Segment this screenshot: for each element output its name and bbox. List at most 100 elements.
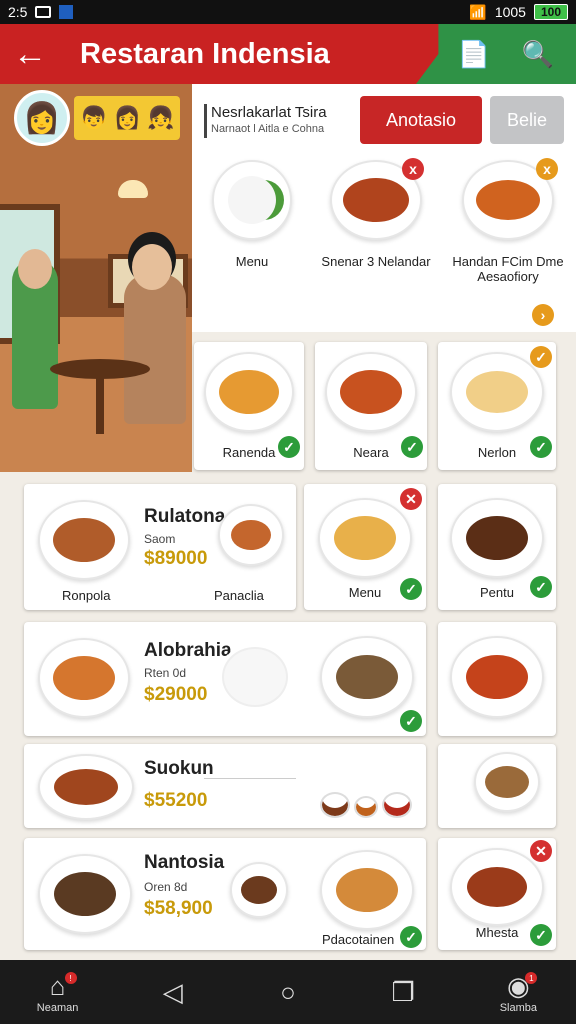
primary-button[interactable]: Anotasio	[360, 96, 482, 144]
featured-card[interactable]: Alobrahia Rten 0d $29000 ✓	[24, 622, 426, 736]
dish-image	[450, 848, 544, 926]
clock: 2:5	[8, 4, 28, 20]
dish-sub: Oren 8d	[144, 880, 188, 894]
signal-label: 1005	[494, 4, 526, 20]
check-icon: ✓	[530, 924, 552, 946]
category-label: Handan FCim Dme Aesaofiory	[452, 254, 564, 284]
dish-title: Nantosia	[144, 852, 225, 873]
nav-right-label: Slamba	[499, 1001, 537, 1014]
recents-icon: ❐	[391, 976, 415, 1007]
search-label[interactable]: Nesrlakarlat Tsira Narnaot l Aitla e Coh…	[204, 104, 352, 138]
status-bar: 2:5 📶 1005 100	[0, 0, 576, 24]
dish-card[interactable]	[438, 622, 556, 736]
page-title: Restaran Indensia	[80, 37, 330, 70]
dish-title: Rulatona	[144, 506, 226, 527]
check-icon: ✓	[400, 926, 422, 948]
category-menu[interactable]: Menu	[192, 160, 312, 269]
secondary-button[interactable]: Belie	[490, 96, 564, 144]
dish-price: $29000	[144, 684, 208, 705]
woman-right	[124, 274, 186, 424]
table-leg	[96, 374, 104, 434]
nav-home-button[interactable]: ○	[243, 962, 333, 1022]
divider	[204, 778, 296, 779]
search-title: Nesrlakarlat Tsira	[211, 104, 327, 121]
close-icon[interactable]: x	[536, 158, 558, 180]
side-bowl	[230, 862, 288, 918]
screen-icon	[35, 6, 52, 18]
dish-card[interactable]: Mhesta ✕ ✓	[438, 838, 556, 950]
circle-icon: ○	[280, 976, 296, 1007]
category-snenar[interactable]: Snenar 3 Nelandar x	[316, 158, 436, 269]
side-bowl	[218, 504, 284, 566]
dish-card[interactable]: Nerlon ✓ ✓	[438, 342, 556, 470]
top-panel: Nesrlakarlat Tsira Narnaot l Aitla e Coh…	[192, 84, 576, 332]
dish-card[interactable]	[438, 744, 556, 828]
close-icon[interactable]: ✕	[400, 488, 422, 510]
featured-card[interactable]: Rulatona Saom $89000 Ronpola Panaclia	[24, 484, 296, 610]
rice-plate	[220, 642, 290, 712]
woman-right-head	[132, 244, 172, 290]
avatar[interactable]: 👩	[14, 90, 70, 146]
document-icon[interactable]: 📄	[454, 34, 494, 74]
home-icon: ⌂	[49, 970, 66, 1001]
featured-card[interactable]: Nantosia Oren 8d $58,900 Pdacotainen ✓	[24, 838, 426, 950]
check-icon: ✓	[530, 346, 552, 368]
dish-sub: Rten 0d	[144, 666, 187, 680]
dish-image	[38, 500, 130, 580]
category-handan[interactable]: Handan FCim Dme Aesaofiory x	[448, 158, 568, 284]
dish-title: Alobrahia	[144, 640, 232, 661]
dish-card[interactable]: Neara ✓	[315, 342, 427, 470]
dish-image	[450, 636, 544, 718]
nav-right[interactable]: ◉ Slamba 1	[473, 962, 563, 1022]
arrow-left-icon[interactable]: ←	[0, 24, 60, 84]
dish-image	[38, 854, 132, 934]
check-icon: ✓	[400, 710, 422, 732]
dish-image	[318, 498, 412, 578]
search-icon[interactable]: 🔍	[518, 34, 558, 74]
check-icon: ✓	[400, 578, 422, 600]
nav-back[interactable]: ◁	[128, 962, 218, 1022]
check-icon: ✓	[530, 576, 552, 598]
check-icon: ✓	[278, 436, 300, 458]
dish-image	[38, 754, 134, 820]
back-icon: ◁	[162, 976, 183, 1007]
dish-image	[38, 638, 130, 718]
system-nav-bar: ⌂ Neaman ! ◁ ○ ❐ ◉ Slamba 1	[0, 960, 576, 1024]
dish-image	[320, 850, 414, 930]
dish-caption: Panaclia	[214, 588, 264, 603]
more-icon[interactable]: ›	[532, 304, 554, 326]
dish-card[interactable]: Pentu ✓	[438, 484, 556, 610]
dish-image	[474, 752, 540, 812]
dish-price: $58,900	[144, 898, 213, 919]
dish-caption: Ronpola	[62, 588, 111, 603]
dish-image	[450, 352, 544, 432]
category-label: Snenar 3 Nelandar	[321, 254, 431, 269]
close-icon[interactable]: ✕	[530, 840, 552, 862]
nav-recents[interactable]: ❐	[358, 962, 448, 1022]
dish-image	[450, 498, 544, 578]
lamp	[118, 180, 148, 198]
dish-card[interactable]: Menu ✕ ✓	[304, 484, 426, 610]
sauce-bowls	[320, 754, 413, 818]
dish-card[interactable]: Ranenda ✓	[194, 342, 304, 470]
nav-home[interactable]: ⌂ Neaman !	[13, 962, 103, 1022]
user-group[interactable]: 👦 👩 👧	[74, 96, 181, 140]
dish-sub: Saom	[144, 532, 176, 546]
app-bar: ← Restaran Indensia 📄 🔍	[0, 24, 576, 84]
dish-caption: Pdacotainen	[322, 932, 395, 947]
check-icon: ✓	[401, 436, 423, 458]
check-icon: ✓	[530, 436, 552, 458]
wifi-icon: 📶	[469, 3, 487, 20]
battery-icon: 100	[533, 4, 568, 20]
dish-price: $55200	[144, 790, 208, 811]
rice-bowl	[212, 160, 292, 240]
app-icon	[59, 5, 74, 19]
notification-badge: 1	[525, 972, 538, 984]
category-label: Menu	[235, 254, 269, 269]
avatar-row: 👩 👦 👩 👧	[14, 90, 181, 146]
dish-title: Suokun	[144, 758, 214, 779]
featured-card[interactable]: Suokun $55200	[24, 744, 426, 828]
dish-image	[320, 636, 414, 718]
dish-image	[325, 352, 417, 432]
close-icon[interactable]: x	[402, 158, 424, 180]
